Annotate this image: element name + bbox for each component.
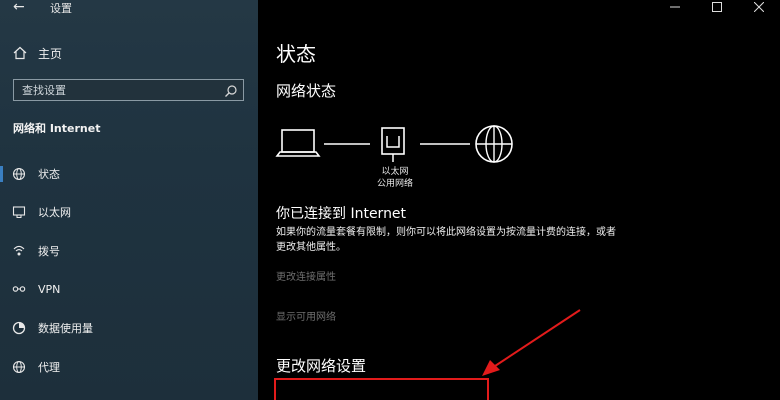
back-arrow-icon[interactable]: ← [13,0,25,15]
globe-icon [11,166,27,182]
globe-icon [11,359,27,375]
sidebar: ← 设置 主页 网络和 Internet 状态 以太网 拨号 [0,0,258,400]
globe-icon [475,125,513,163]
app-title: 设置 [50,2,72,15]
ethernet-port-icon [381,127,405,162]
home-label: 主页 [38,46,63,61]
sidebar-item-label: 以太网 [38,206,71,219]
search-input[interactable] [14,80,219,100]
page-title: 状态 [276,42,316,66]
network-status-heading: 网络状态 [276,82,337,100]
change-network-settings-heading: 更改网络设置 [276,357,367,375]
sidebar-item-data-usage[interactable]: 数据使用量 [0,317,258,339]
section-title: 网络和 Internet [13,122,101,135]
laptop-icon [275,129,321,157]
sidebar-item-label: 拨号 [38,245,60,258]
metered-description: 如果你的流量套餐有限制，则你可以将此网络设置为按流量计费的连接，或者更改其他属性… [276,227,616,253]
connection-type: 以太网 [381,167,409,177]
show-available-networks-link[interactable]: 显示可用网络 [276,308,336,323]
sidebar-item-status[interactable]: 状态 [0,163,258,185]
sidebar-item-proxy[interactable]: 代理 [0,356,258,378]
main-content: 状态 网络状态 以太网 公用网络 你已连接到 Internet 如果你的流量套餐… [258,0,780,400]
title-bar: ← 设置 [0,0,258,18]
home-link[interactable]: 主页 [12,44,62,62]
change-connection-properties-link[interactable]: 更改连接属性 [276,268,336,283]
dialup-icon [11,243,27,259]
close-button[interactable] [738,0,780,14]
network-profile: 公用网络 [376,179,413,189]
connection-label: 以太网 公用网络 [365,166,425,190]
search-box[interactable] [13,79,244,101]
vpn-icon [11,281,27,297]
sidebar-item-label: VPN [38,282,61,296]
sidebar-item-label: 状态 [38,168,60,181]
sidebar-item-label: 代理 [38,361,60,374]
maximize-button[interactable] [696,0,738,14]
search-icon[interactable] [224,83,238,97]
ethernet-icon [11,204,27,220]
connection-status-text: 你已连接到 Internet [276,206,407,222]
window-controls [654,0,780,14]
annotation-highlight-box [274,378,489,400]
sidebar-item-label: 数据使用量 [38,322,93,335]
data-usage-icon [11,320,27,336]
sidebar-item-dialup[interactable]: 拨号 [0,240,258,262]
minimize-button[interactable] [654,0,696,14]
annotation-arrow-icon [482,309,581,376]
sidebar-item-vpn[interactable]: VPN [0,278,258,300]
home-icon [12,45,28,61]
sidebar-item-ethernet[interactable]: 以太网 [0,201,258,223]
